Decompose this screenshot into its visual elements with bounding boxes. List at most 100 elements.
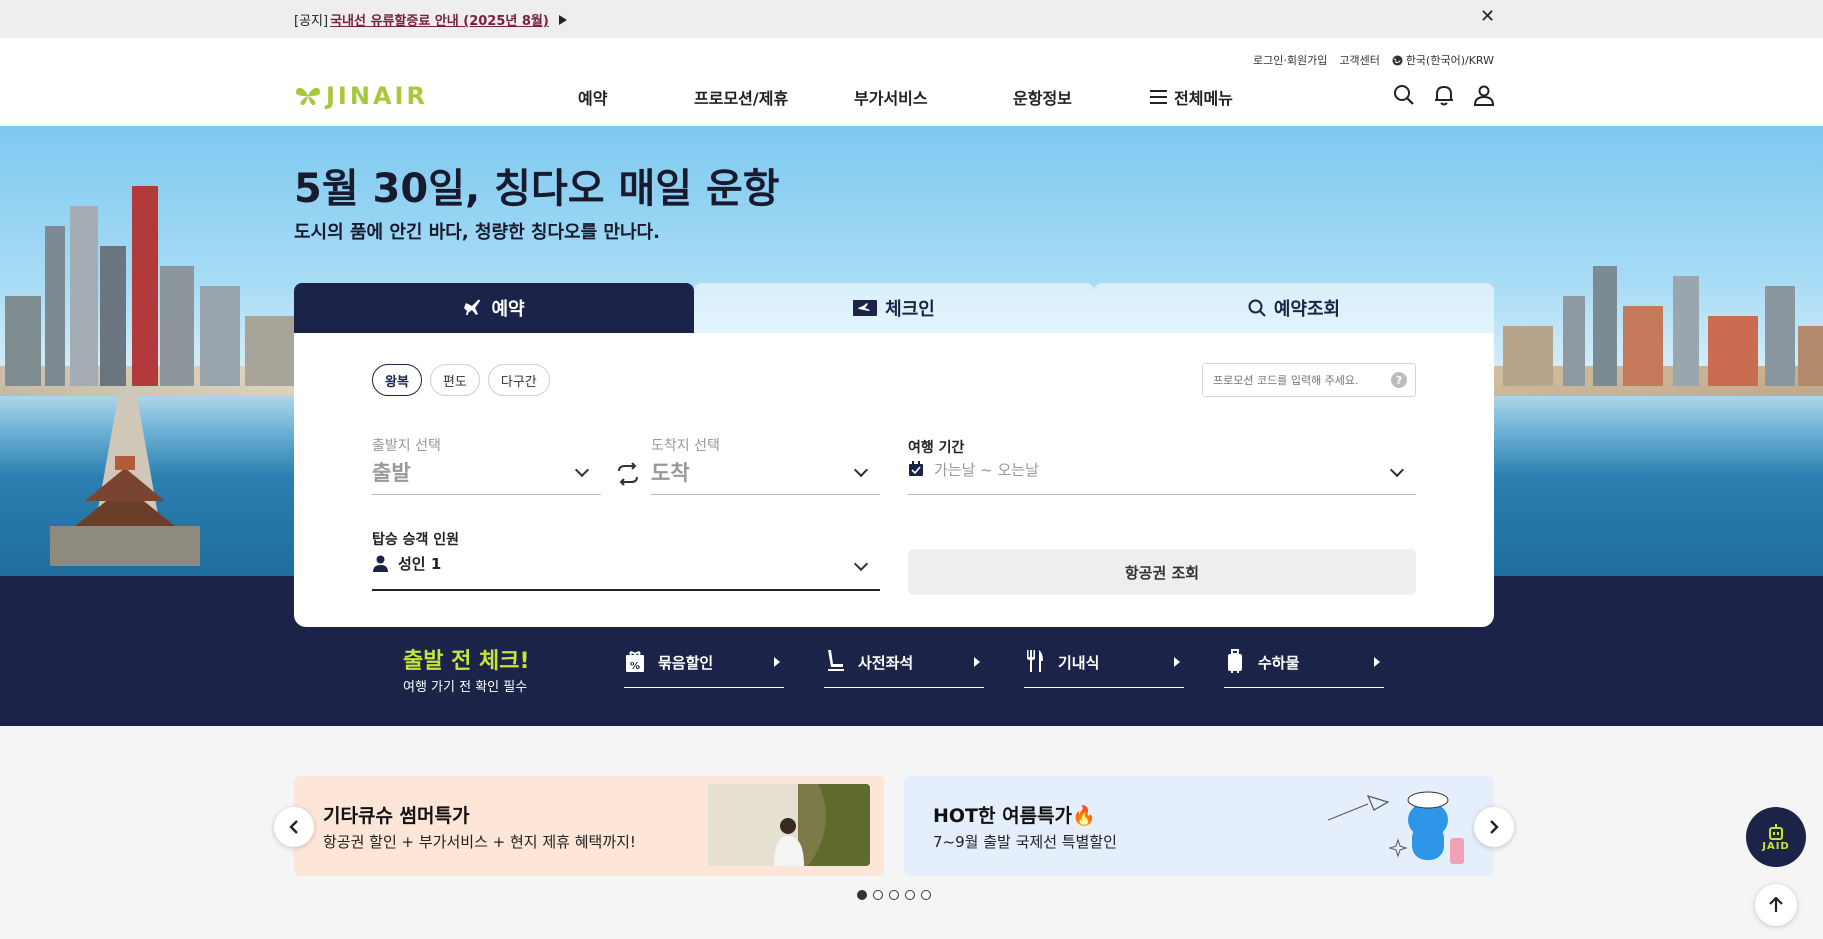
arrival-select[interactable]: 도착지 선택 도착 [651, 435, 880, 495]
airplane-icon [464, 299, 481, 315]
mascot-illustration [1328, 791, 1464, 864]
trip-type-oneway[interactable]: 편도 [429, 364, 480, 396]
baggage-label: 수하물 [1258, 654, 1300, 672]
carousel-dot[interactable] [857, 890, 867, 900]
pre-departure-title: 출발 전 체크! [403, 649, 530, 674]
seat-icon [824, 648, 846, 674]
globe-icon [1392, 54, 1403, 66]
carousel-pagination [857, 890, 931, 900]
trip-type-selector: 왕복 편도 다구간 [372, 364, 550, 396]
chevron-down-icon [853, 462, 869, 478]
butterfly-logo-icon [296, 87, 320, 106]
nav-flight-info[interactable]: 운항정보 [1013, 85, 1072, 109]
nav-extra-services[interactable]: 부가서비스 [854, 85, 928, 109]
customer-center-link[interactable]: 고객센터 [1339, 52, 1379, 68]
play-icon[interactable] [558, 14, 567, 25]
nav-promotion[interactable]: 프로모션/제휴 [694, 85, 788, 109]
booking-widget: 예약 체크인 예약조회 왕복 편도 다구간 ? 출발지 선택 출발 [294, 283, 1494, 627]
booking-panel: 왕복 편도 다구간 ? 출발지 선택 출발 도착지 선택 도착 여행 기간 가는… [294, 333, 1494, 627]
chevron-right-icon [1490, 820, 1499, 834]
tab-reservation-lookup[interactable]: 예약조회 [1094, 283, 1494, 333]
bundle-discount-link[interactable]: % 묶음할인 [624, 648, 784, 688]
utility-links: 로그인·회원가입 고객센터 한국(한국어)/KRW [1253, 52, 1494, 68]
travel-period-label: 여행 기간 [908, 440, 965, 456]
banner-subtitle: 항공권 할인 + 부가서비스 + 현지 제휴 혜택까지! [323, 833, 636, 851]
arrow-right-icon [1374, 657, 1380, 667]
notice-content: [공지] 국내선 유류할증료 안내 (2025년 8월) [294, 10, 567, 29]
inflight-meal-link[interactable]: 기내식 [1024, 648, 1184, 688]
pier-pavilion-illustration [50, 386, 200, 566]
seat-selection-link[interactable]: 사전좌석 [824, 648, 984, 688]
departure-value: 출발 [372, 461, 411, 485]
tab-lookup-label: 예약조회 [1273, 299, 1341, 320]
booking-tabs: 예약 체크인 예약조회 [294, 283, 1494, 333]
help-icon[interactable]: ? [1391, 372, 1407, 388]
carousel-dot[interactable] [873, 890, 883, 900]
jaid-chatbot-button[interactable]: JAID [1746, 807, 1806, 867]
pre-departure-subtitle: 여행 가기 전 확인 필수 [403, 680, 528, 695]
nav-booking[interactable]: 예약 [578, 85, 607, 109]
hamburger-icon [1150, 90, 1167, 104]
city-skyline-right [1503, 266, 1823, 386]
banner-photo [708, 784, 870, 866]
bundle-discount-label: 묶음할인 [658, 654, 714, 672]
site-header: 로그인·회원가입 고객센터 한국(한국어)/KRW JINAIR 예약 프로모션… [0, 38, 1823, 126]
tab-checkin[interactable]: 체크인 [694, 283, 1094, 333]
departure-label: 출발지 선택 [372, 438, 441, 454]
language-currency-selector[interactable]: 한국(한국어)/KRW [1392, 52, 1494, 68]
notice-bar: [공지] 국내선 유류할증료 안내 (2025년 8월) ✕ [0, 0, 1823, 38]
chevron-down-icon [1389, 462, 1405, 478]
notice-prefix: [공지] [294, 14, 329, 29]
notice-link[interactable]: 국내선 유류할증료 안내 (2025년 8월) [330, 10, 549, 29]
language-currency-label: 한국(한국어)/KRW [1405, 54, 1494, 67]
passenger-label: 탑승 승객 인원 [372, 532, 460, 548]
promo-banner-kitakyushu[interactable]: 기타큐슈 썸머특가 항공권 할인 + 부가서비스 + 현지 제휴 혜택까지! [294, 776, 884, 876]
scroll-top-button[interactable] [1755, 884, 1797, 926]
swap-icon[interactable] [615, 461, 641, 487]
chevron-down-icon [853, 556, 869, 572]
departure-select[interactable]: 출발지 선택 출발 [372, 435, 601, 495]
gift-percent-icon: % [624, 648, 646, 674]
search-icon[interactable] [1393, 84, 1415, 106]
tab-booking[interactable]: 예약 [294, 283, 694, 333]
tab-checkin-label: 체크인 [885, 299, 935, 320]
seat-selection-label: 사전좌석 [858, 654, 914, 672]
carousel-prev-button[interactable] [274, 807, 314, 847]
bell-icon[interactable] [1433, 84, 1455, 106]
trip-type-roundtrip[interactable]: 왕복 [372, 364, 422, 396]
fork-knife-icon [1024, 648, 1046, 674]
search-flights-button[interactable]: 항공권 조회 [908, 549, 1416, 595]
close-icon[interactable]: ✕ [1480, 6, 1495, 27]
svg-text:%: % [630, 661, 640, 672]
jinair-logo[interactable]: JINAIR [294, 82, 428, 110]
chevron-down-icon [574, 462, 590, 478]
city-skyline-illustration [5, 186, 295, 386]
arrow-right-icon [774, 657, 780, 667]
nav-all-menu[interactable]: 전체메뉴 [1150, 85, 1233, 109]
promo-banner-summer-sale[interactable]: HOT한 여름특가🔥 7~9월 출발 국제선 특별할인 [904, 776, 1494, 876]
banner-title: HOT한 여름특가🔥 [933, 805, 1096, 827]
carousel-next-button[interactable] [1474, 807, 1514, 847]
arrow-right-icon [974, 657, 980, 667]
promo-code-input[interactable] [1213, 373, 1383, 387]
passenger-select[interactable]: 탑승 승객 인원 성인 1 [372, 529, 880, 591]
arrow-right-icon [1174, 657, 1180, 667]
trip-type-multicity[interactable]: 다구간 [487, 364, 550, 396]
travel-period-value: 가는날 ~ 오는날 [934, 461, 1039, 479]
jaid-label: JAID [1762, 840, 1790, 852]
arrow-up-icon [1769, 897, 1783, 912]
promo-code-field[interactable]: ? [1202, 363, 1416, 397]
user-icon[interactable] [1473, 84, 1495, 106]
travel-period-select[interactable]: 여행 기간 가는날 ~ 오는날 [908, 437, 1416, 495]
carousel-dot[interactable] [921, 890, 931, 900]
baggage-link[interactable]: 수하물 [1224, 648, 1384, 688]
banner-title: 기타큐슈 썸머특가 [323, 805, 470, 827]
hero-title: 5월 30일, 칭다오 매일 운항 [294, 166, 780, 212]
banner-subtitle: 7~9월 출발 국제선 특별할인 [933, 833, 1117, 851]
login-signup-link[interactable]: 로그인·회원가입 [1253, 52, 1327, 68]
carousel-dot[interactable] [889, 890, 899, 900]
carousel-dot[interactable] [905, 890, 915, 900]
arrival-value: 도착 [651, 461, 690, 485]
arrival-label: 도착지 선택 [651, 438, 720, 454]
robot-icon [1769, 823, 1783, 840]
